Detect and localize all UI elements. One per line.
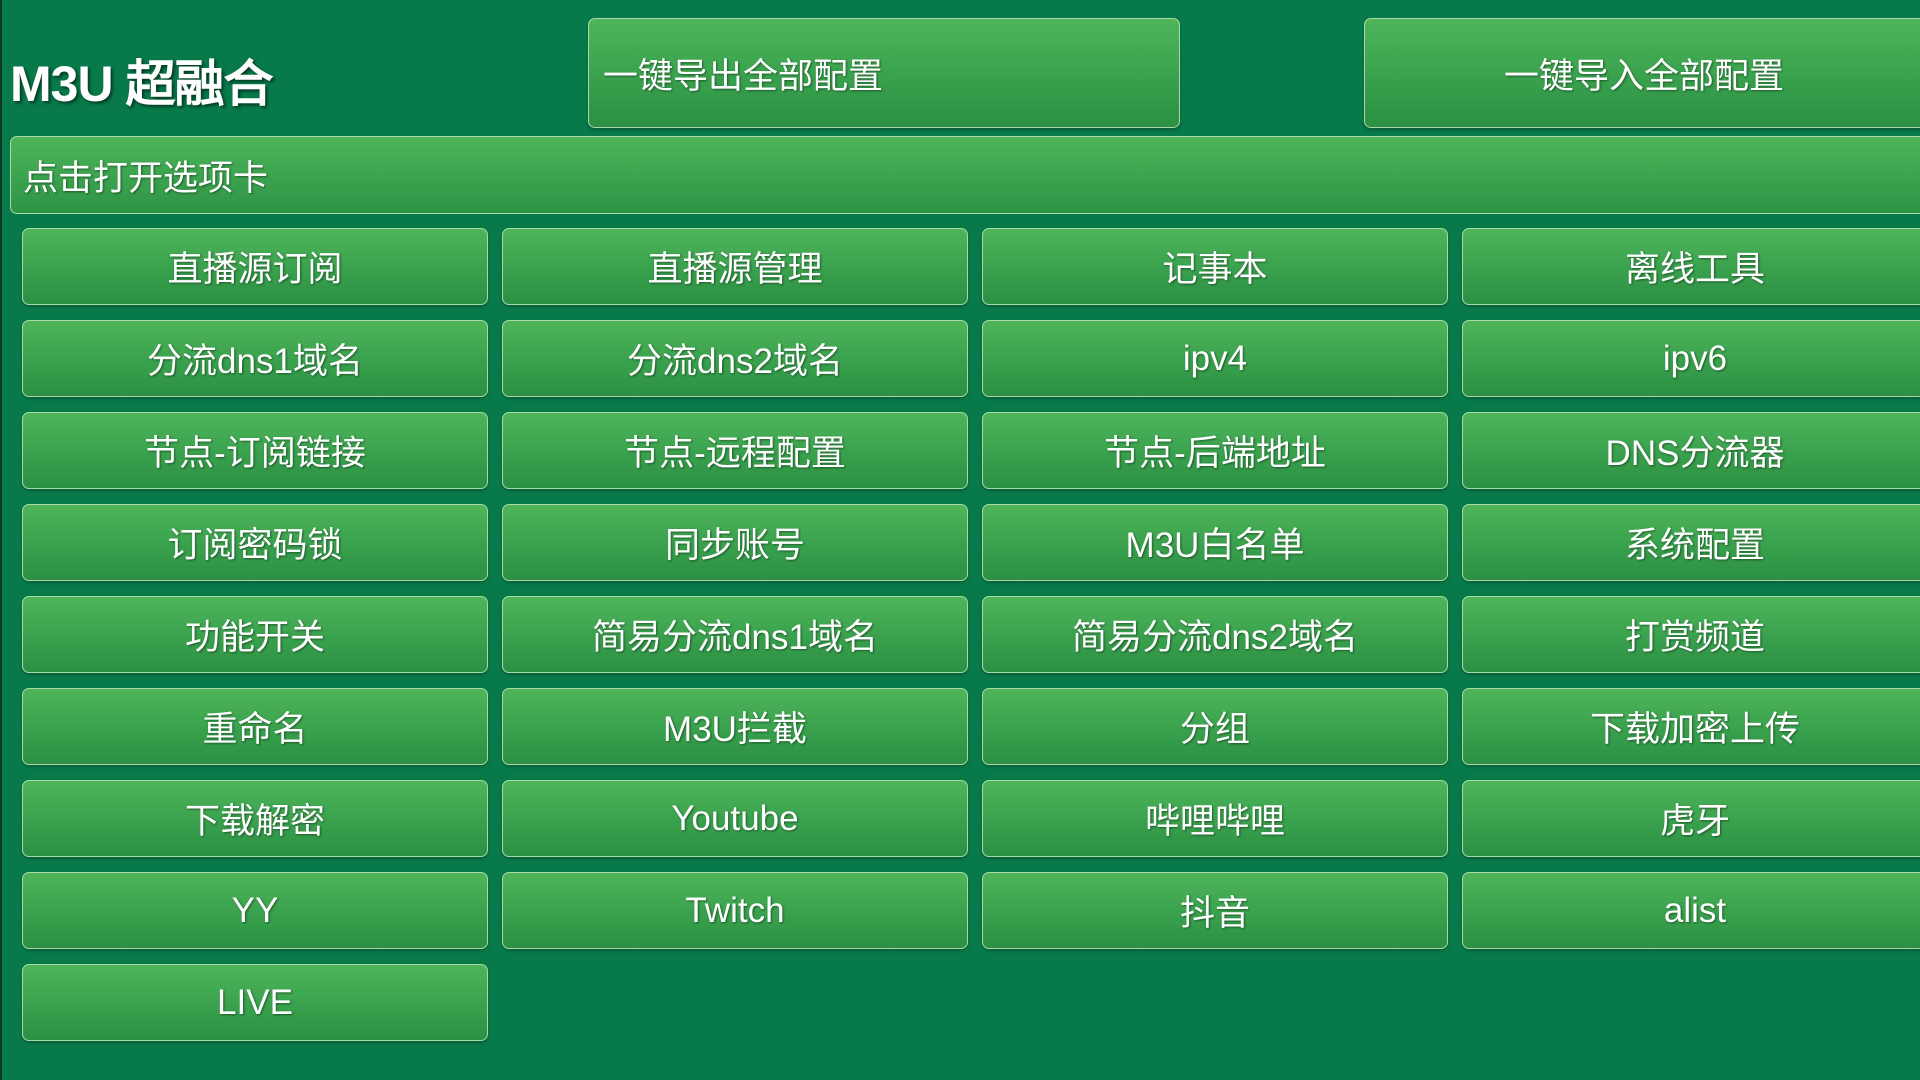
app-title: M3U 超融合 (10, 56, 273, 112)
menu-button-notepad[interactable]: 记事本 (982, 228, 1448, 305)
open-tabs-toggle[interactable]: 点击打开选项卡 (10, 136, 1920, 214)
menu-button-simple-split-dns1-domain[interactable]: 简易分流dns1域名 (502, 596, 968, 673)
menu-button-live-source-management[interactable]: 直播源管理 (502, 228, 968, 305)
menu-button-alist[interactable]: alist (1462, 872, 1920, 949)
menu-button-bilibili[interactable]: 哔哩哔哩 (982, 780, 1448, 857)
menu-button-rename[interactable]: 重命名 (22, 688, 488, 765)
app-window: M3U 超融合 一键导出全部配置 一键导入全部配置 点击打开选项卡 直播源订阅 … (0, 0, 1920, 1080)
menu-button-split-dns2-domain[interactable]: 分流dns2域名 (502, 320, 968, 397)
menu-button-twitch[interactable]: Twitch (502, 872, 968, 949)
menu-button-douyin[interactable]: 抖音 (982, 872, 1448, 949)
menu-button-offline-tools[interactable]: 离线工具 (1462, 228, 1920, 305)
menu-button-split-dns1-domain[interactable]: 分流dns1域名 (22, 320, 488, 397)
menu-button-youtube[interactable]: Youtube (502, 780, 968, 857)
menu-button-dns-splitter[interactable]: DNS分流器 (1462, 412, 1920, 489)
menu-grid: 直播源订阅 直播源管理 记事本 离线工具 分流dns1域名 分流dns2域名 i… (22, 228, 1920, 1041)
menu-button-live[interactable]: LIVE (22, 964, 488, 1041)
menu-button-m3u-whitelist[interactable]: M3U白名单 (982, 504, 1448, 581)
menu-button-download-decrypt[interactable]: 下载解密 (22, 780, 488, 857)
menu-button-ipv4[interactable]: ipv4 (982, 320, 1448, 397)
menu-button-yy[interactable]: YY (22, 872, 488, 949)
export-all-config-button[interactable]: 一键导出全部配置 (588, 18, 1180, 128)
menu-button-system-config[interactable]: 系统配置 (1462, 504, 1920, 581)
menu-button-donation-channel[interactable]: 打赏频道 (1462, 596, 1920, 673)
menu-button-subscription-password-lock[interactable]: 订阅密码锁 (22, 504, 488, 581)
menu-button-simple-split-dns2-domain[interactable]: 简易分流dns2域名 (982, 596, 1448, 673)
menu-button-ipv6[interactable]: ipv6 (1462, 320, 1920, 397)
import-all-config-button[interactable]: 一键导入全部配置 (1364, 18, 1920, 128)
menu-button-node-subscription-link[interactable]: 节点-订阅链接 (22, 412, 488, 489)
menu-button-live-source-subscription[interactable]: 直播源订阅 (22, 228, 488, 305)
menu-button-node-backend-address[interactable]: 节点-后端地址 (982, 412, 1448, 489)
menu-button-huya[interactable]: 虎牙 (1462, 780, 1920, 857)
menu-button-download-encrypt-upload[interactable]: 下载加密上传 (1462, 688, 1920, 765)
menu-button-feature-switches[interactable]: 功能开关 (22, 596, 488, 673)
menu-button-m3u-block[interactable]: M3U拦截 (502, 688, 968, 765)
menu-button-node-remote-config[interactable]: 节点-远程配置 (502, 412, 968, 489)
menu-button-sync-account[interactable]: 同步账号 (502, 504, 968, 581)
menu-button-groups[interactable]: 分组 (982, 688, 1448, 765)
